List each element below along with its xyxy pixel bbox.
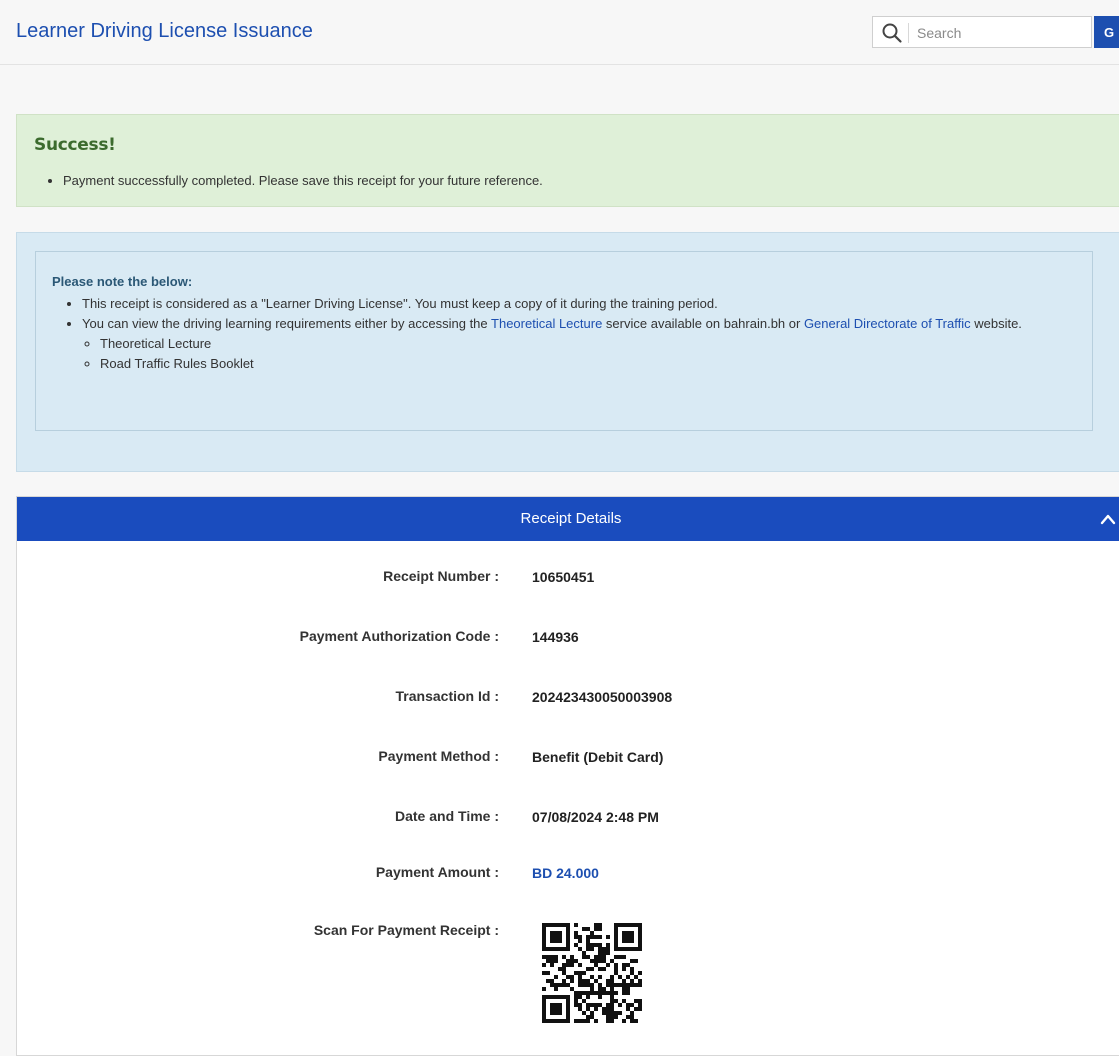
qr-code [542,923,642,1023]
payment-amount-value: BD 24.000 [532,865,599,881]
transaction-id-value: 202423430050003908 [532,689,673,705]
go-button[interactable]: G [1094,16,1119,48]
receipt-number-label: Receipt Number : [383,568,499,584]
qr-label: Scan For Payment Receipt : [313,922,499,938]
note-item: You can view the driving learning requir… [82,314,1092,374]
note-panel: Please note the below: This receipt is c… [16,232,1119,472]
general-directorate-traffic-link[interactable]: General Directorate of Traffic [804,316,971,331]
success-title: Success! [34,135,116,155]
note-list: This receipt is considered as a "Learner… [64,294,1092,374]
note-text: You can view the driving learning requir… [82,316,492,331]
search-divider [908,23,909,43]
success-alert: Success! Payment successfully completed.… [16,114,1119,207]
receipt-number-value: 10650451 [532,569,595,585]
success-message-list: Payment successfully completed. Please s… [43,173,543,188]
receipt-card: Receipt Details Receipt Number : 1065045… [16,496,1119,1056]
payment-method-value: Benefit (Debit Card) [532,749,664,765]
search-box[interactable] [872,16,1092,48]
payment-method-label: Payment Method : [378,748,499,764]
sub-item-road-traffic-booklet: Road Traffic Rules Booklet [100,354,1092,374]
date-time-value: 07/08/2024 2:48 PM [532,809,659,825]
authorization-code-label: Payment Authorization Code : [299,628,499,644]
receipt-title: Receipt Details [520,510,622,527]
transaction-id-label: Transaction Id : [395,688,499,704]
theoretical-lecture-link[interactable]: Theoretical Lecture [491,316,602,331]
sub-item-theoretical-lecture: Theoretical Lecture [100,334,1092,354]
note-text: website. [970,316,1022,331]
search-input[interactable] [915,20,1089,46]
chevron-up-icon[interactable] [1100,512,1116,526]
note-text: service available on bahrain.bh or [602,316,804,331]
note-box: Please note the below: This receipt is c… [35,251,1093,431]
requirements-sublist: Theoretical Lecture Road Traffic Rules B… [82,334,1092,374]
payment-amount-label: Payment Amount : [375,864,499,880]
search-icon[interactable] [881,22,903,44]
note-item: This receipt is considered as a "Learner… [82,294,1092,314]
page-title: Learner Driving License Issuance [16,20,313,42]
note-heading: Please note the below: [52,274,193,289]
authorization-code-value: 144936 [532,629,579,645]
date-time-label: Date and Time : [395,808,499,824]
top-bar: Learner Driving License Issuance G [0,0,1119,65]
receipt-header[interactable]: Receipt Details [17,497,1119,541]
success-message: Payment successfully completed. Please s… [63,173,543,188]
